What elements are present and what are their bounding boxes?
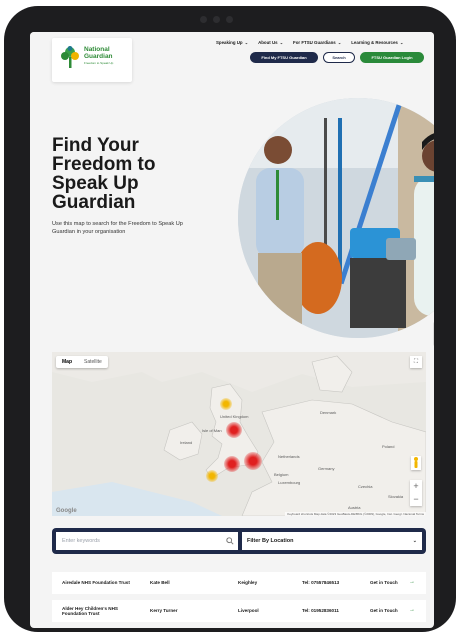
nav-item-about-us[interactable]: About Us ⌄ [258, 40, 283, 45]
hero-section: Find Your Freedom to Speak Up Guardian U… [30, 86, 434, 338]
map-marker-yellow[interactable] [206, 470, 218, 482]
arrow-right-icon[interactable]: → [409, 572, 415, 594]
page-title: Find Your Freedom to Speak Up Guardian [52, 135, 156, 213]
tree-logo-icon [61, 46, 79, 68]
map-label-isle: Isle of Man [202, 428, 222, 433]
hero-photo [238, 98, 434, 338]
map-label-netherlands: Netherlands [278, 454, 300, 459]
table-row[interactable]: Airedale NHS Foundation Trust Kate Bell … [52, 572, 426, 594]
zoom-control: + − [410, 480, 422, 506]
map-label-ireland: Ireland [180, 440, 193, 445]
map-marker-red[interactable] [226, 422, 242, 438]
map-label-slovakia: Slovakia [388, 494, 404, 499]
chevron-down-icon: ⌄ [412, 538, 417, 544]
map-attribution[interactable]: Keyboard shortcuts Map data ©2023 GeoBas… [285, 512, 426, 516]
chevron-down-icon: ⌄ [398, 40, 404, 45]
guardian-location: Keighley [238, 580, 258, 586]
zoom-out-button[interactable]: − [410, 493, 422, 506]
arrow-right-icon[interactable]: → [409, 600, 415, 622]
screen: National Guardian Freedom to Speak Up Sp… [30, 32, 434, 628]
map-label-poland: Poland [382, 444, 395, 449]
table-row[interactable]: Alder Hey Children's NHS Foundation Trus… [52, 600, 426, 622]
map-type-toggle: Map Satellite [56, 356, 108, 368]
map-label-uk: United Kingdom [220, 414, 249, 419]
map-tab-map[interactable]: Map [56, 356, 78, 368]
map-label-luxembourg: Luxembourg [278, 480, 301, 485]
keyword-search-input[interactable] [56, 532, 238, 550]
get-in-touch-link[interactable]: Get in Touch [370, 600, 398, 622]
find-guardian-button[interactable]: Find My FTSU Guardian [250, 52, 318, 63]
map-label-czechia: Czechia [358, 484, 373, 489]
guardian-location: Liverpool [238, 608, 259, 614]
nav-item-learning-resources[interactable]: Learning & Resources ⌄ [351, 40, 403, 45]
search-icon [226, 537, 234, 545]
guardian-phone[interactable]: Tel: 07557846513 [302, 572, 339, 594]
nav-item-for-ftsu-guardians[interactable]: For FTSU Guardians ⌄ [293, 40, 341, 45]
nav-item-speaking-up[interactable]: Speaking Up ⌄ [216, 40, 248, 45]
chevron-down-icon: ⌄ [243, 40, 249, 45]
map-tab-satellite[interactable]: Satellite [78, 356, 108, 368]
guardian-name: Kerry Turner [150, 608, 178, 614]
logo-title: National Guardian [84, 46, 113, 60]
guardian-login-button[interactable]: FTSU Guardian Login [360, 52, 424, 63]
location-filter-select[interactable]: Filter By Location ⌄ [242, 532, 422, 550]
main-nav: Speaking Up ⌄ About Us ⌄ For FTSU Guardi… [216, 40, 403, 45]
pegman-icon[interactable] [411, 456, 421, 470]
map[interactable]: Map Satellite ⛶ United Kingdom Isle of M… [52, 352, 426, 516]
zoom-in-button[interactable]: + [410, 480, 422, 493]
header-buttons: Find My FTSU Guardian Search FTSU Guardi… [250, 52, 424, 63]
accessibility-widget[interactable]: ◐ ꞇ [433, 322, 434, 346]
google-logo: Google [56, 508, 77, 514]
get-in-touch-link[interactable]: Get in Touch [370, 572, 398, 594]
chevron-down-icon: ⌄ [336, 40, 342, 45]
search-button[interactable]: Search [323, 52, 355, 63]
map-label-denmark: Denmark [320, 410, 337, 415]
map-label-austria: Austria [348, 505, 361, 510]
map-marker-yellow[interactable] [220, 398, 232, 410]
tablet-frame: National Guardian Freedom to Speak Up Sp… [4, 6, 456, 632]
site-header: National Guardian Freedom to Speak Up Sp… [30, 32, 434, 86]
logo-subtitle: Freedom to Speak Up [84, 61, 114, 65]
map-label-belgium: Belgium [274, 472, 289, 477]
camera-dots [200, 16, 233, 23]
map-label-germany: Germany [318, 466, 335, 471]
trust-name: Airedale NHS Foundation Trust [62, 580, 130, 586]
hero-description: Use this map to search for the Freedom t… [52, 221, 183, 235]
chevron-down-icon: ⌄ [278, 40, 284, 45]
fullscreen-icon[interactable]: ⛶ [410, 356, 422, 368]
map-marker-red[interactable] [224, 456, 240, 472]
guardian-name: Kate Bell [150, 580, 170, 586]
trust-name: Alder Hey Children's NHS Foundation Trus… [62, 605, 118, 617]
logo[interactable]: National Guardian Freedom to Speak Up [52, 38, 132, 82]
filter-bar: Filter By Location ⌄ [52, 528, 426, 554]
map-marker-red[interactable] [244, 452, 262, 470]
guardian-phone[interactable]: Tel: 01952836011 [302, 600, 339, 622]
